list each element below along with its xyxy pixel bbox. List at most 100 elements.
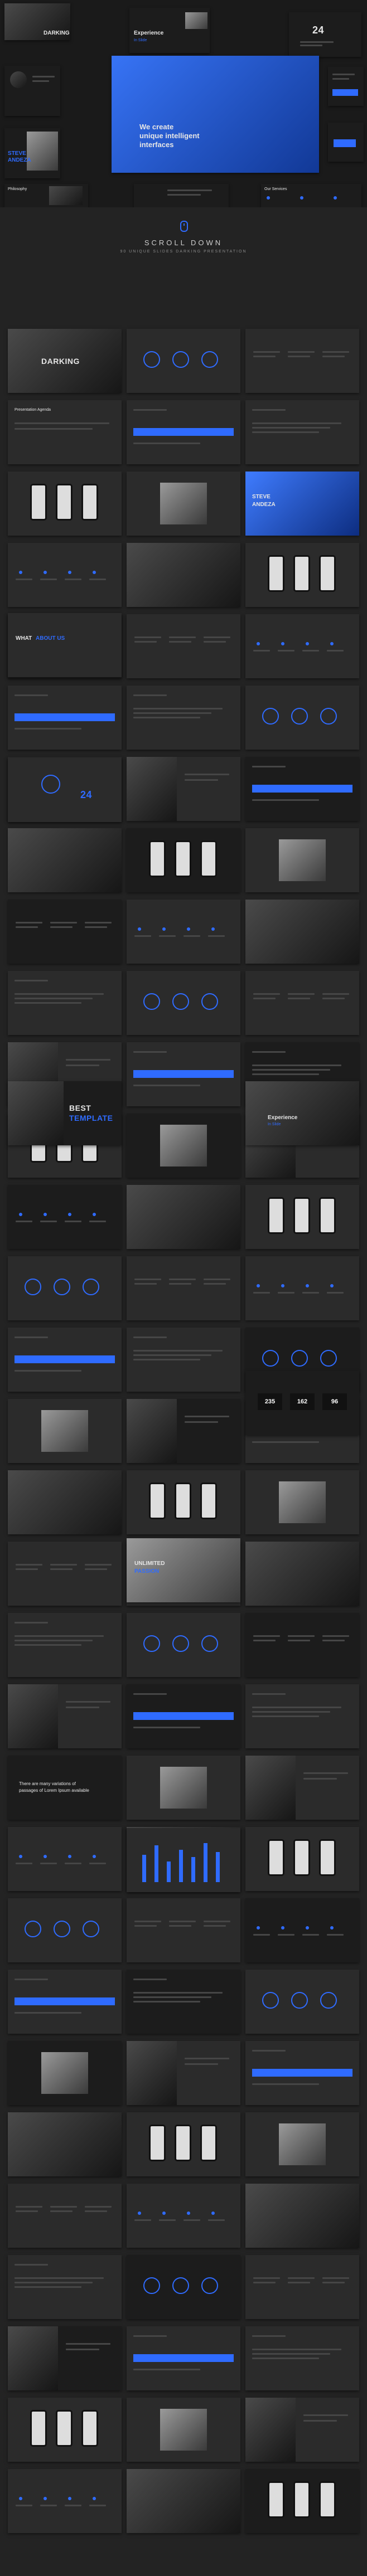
slide-thumbnail[interactable] xyxy=(127,686,240,750)
slide-thumbnail[interactable] xyxy=(127,1256,240,1320)
slide-best-template[interactable]: BEST TEMPLATE xyxy=(8,1081,122,1145)
slide-thumbnail[interactable] xyxy=(245,2469,359,2533)
slide-thumbnail[interactable] xyxy=(127,2112,240,2176)
slide-thumbnail[interactable] xyxy=(127,1328,240,1392)
slide-thumbnail[interactable] xyxy=(127,1898,240,1962)
slide-element xyxy=(8,1684,58,1748)
slide-welcome[interactable]: There are many variations of passages of… xyxy=(8,1756,122,1820)
slide-thumbnail[interactable] xyxy=(245,543,359,607)
slide-thumbnail[interactable] xyxy=(245,900,359,964)
slide-thumbnail[interactable] xyxy=(8,2326,122,2390)
slide-thumbnail[interactable] xyxy=(127,472,240,536)
slide-thumbnail[interactable] xyxy=(245,2184,359,2248)
slide-thumbnail[interactable] xyxy=(127,2326,240,2390)
slide-thumbnail[interactable] xyxy=(245,1542,359,1606)
slide-thumbnail[interactable] xyxy=(8,1613,122,1677)
slide-element xyxy=(245,900,359,964)
slide-thumbnail[interactable] xyxy=(127,1042,240,1106)
slide-thumbnail[interactable] xyxy=(8,1542,122,1606)
slide-thumbnail[interactable] xyxy=(8,971,122,1035)
slide-thumbnail[interactable] xyxy=(8,2112,122,2176)
slide-thumbnail[interactable] xyxy=(245,1185,359,1249)
slide-thumbnail[interactable] xyxy=(8,900,122,964)
slide-thumbnail[interactable] xyxy=(245,1613,359,1677)
slide-stats[interactable]: 235 162 96 xyxy=(245,1371,359,1435)
slide-thumbnail[interactable] xyxy=(127,400,240,464)
slide-thumbnail[interactable] xyxy=(245,1684,359,1748)
slide-element xyxy=(134,636,161,638)
slide-thumbnail[interactable] xyxy=(8,1256,122,1320)
slide-element xyxy=(133,1693,167,1695)
slide-thumbnail[interactable] xyxy=(127,614,240,678)
slide-thumbnail[interactable] xyxy=(8,1898,122,1962)
slide-thumbnail[interactable] xyxy=(127,828,240,892)
slide-thumbnail[interactable] xyxy=(245,828,359,892)
slide-thumbnail[interactable] xyxy=(127,1613,240,1677)
slide-thumbnail[interactable] xyxy=(127,2398,240,2462)
slide-thumbnail[interactable] xyxy=(8,543,122,607)
slide-thumbnail[interactable] xyxy=(8,2041,122,2105)
slide-thumbnail[interactable] xyxy=(245,1827,359,1891)
eiffel-line-1: UNLIMITED xyxy=(134,1561,165,1567)
slide-thumbnail[interactable] xyxy=(245,1256,359,1320)
slide-thumbnail[interactable] xyxy=(127,1970,240,2034)
slide-thumbnail[interactable] xyxy=(8,1470,122,1534)
slide-thumbnail[interactable] xyxy=(8,1827,122,1891)
slide-thumbnail[interactable] xyxy=(245,1470,359,1534)
slide-thumbnail[interactable] xyxy=(245,2255,359,2319)
slide-thumbnail[interactable] xyxy=(245,971,359,1035)
slide-thumbnail[interactable] xyxy=(127,971,240,1035)
slide-thumbnail[interactable] xyxy=(127,543,240,607)
slide-thumbnail[interactable] xyxy=(127,1185,240,1249)
slide-thumbnail[interactable] xyxy=(8,1970,122,2034)
slide-element xyxy=(133,1727,200,1728)
slide-thumbnail[interactable] xyxy=(245,400,359,464)
slide-thumbnail[interactable] xyxy=(127,2255,240,2319)
slide-thumbnail[interactable] xyxy=(127,2184,240,2248)
slide-thumbnail[interactable] xyxy=(245,2398,359,2462)
slide-thumbnail[interactable] xyxy=(8,1399,122,1463)
slide-thumbnail[interactable] xyxy=(8,2398,122,2462)
slide-thumbnail[interactable] xyxy=(8,1684,122,1748)
slide-thumbnail[interactable] xyxy=(245,686,359,750)
slide-eiffel[interactable]: UNLIMITED PASSION xyxy=(127,1538,240,1602)
slide-thumbnail[interactable] xyxy=(127,1114,240,1178)
slide-thumbnail[interactable] xyxy=(127,1470,240,1534)
slide-thumbnail[interactable] xyxy=(8,472,122,536)
slide-thumbnail[interactable] xyxy=(245,2041,359,2105)
slide-thumbnail[interactable] xyxy=(127,1399,240,1463)
slide-thumbnail[interactable] xyxy=(8,2255,122,2319)
slide-agenda[interactable]: Presentation Agenda xyxy=(8,400,122,464)
slide-thumbnail[interactable] xyxy=(127,329,240,393)
slide-darking-title[interactable]: DARKING xyxy=(8,329,122,393)
slide-thumbnail[interactable] xyxy=(8,2184,122,2248)
slide-element xyxy=(169,636,196,638)
slide-thumbnail[interactable] xyxy=(245,2326,359,2390)
slide-thumbnail[interactable] xyxy=(127,900,240,964)
slide-what-about[interactable]: WHAT ABOUT US xyxy=(8,613,122,677)
slide-thumbnail[interactable] xyxy=(127,2469,240,2533)
slide-steve[interactable]: STEVE ANDEZA xyxy=(245,472,359,536)
slide-thumbnail[interactable] xyxy=(245,329,359,393)
slide-thumbnail[interactable] xyxy=(245,1970,359,2034)
slide-thumbnail[interactable] xyxy=(127,1684,240,1748)
slide-thumbnail[interactable] xyxy=(245,614,359,678)
slide-thumbnail[interactable] xyxy=(8,1185,122,1249)
slide-thumbnail[interactable] xyxy=(245,1756,359,1820)
slide-element xyxy=(303,1778,337,1780)
slide-thumbnail[interactable] xyxy=(245,757,359,821)
slide-bar-chart[interactable] xyxy=(127,1828,240,1892)
slide-thumbnail[interactable] xyxy=(127,1756,240,1820)
slide-thumbnail[interactable] xyxy=(8,686,122,750)
slide-thumbnail[interactable] xyxy=(8,1328,122,1392)
slide-thumbnail[interactable] xyxy=(8,828,122,892)
slide-thumbnail[interactable] xyxy=(127,2041,240,2105)
slide-element xyxy=(15,694,48,696)
slide-element xyxy=(149,1483,166,1519)
slide-thumbnail[interactable] xyxy=(8,2469,122,2533)
slide-thumbnail[interactable] xyxy=(245,2112,359,2176)
slide-experience[interactable]: Experience In Slide xyxy=(245,1081,359,1145)
slide-thumbnail[interactable] xyxy=(245,1898,359,1962)
slide-number-24[interactable]: 24 xyxy=(8,758,122,822)
slide-thumbnail[interactable] xyxy=(127,757,240,821)
